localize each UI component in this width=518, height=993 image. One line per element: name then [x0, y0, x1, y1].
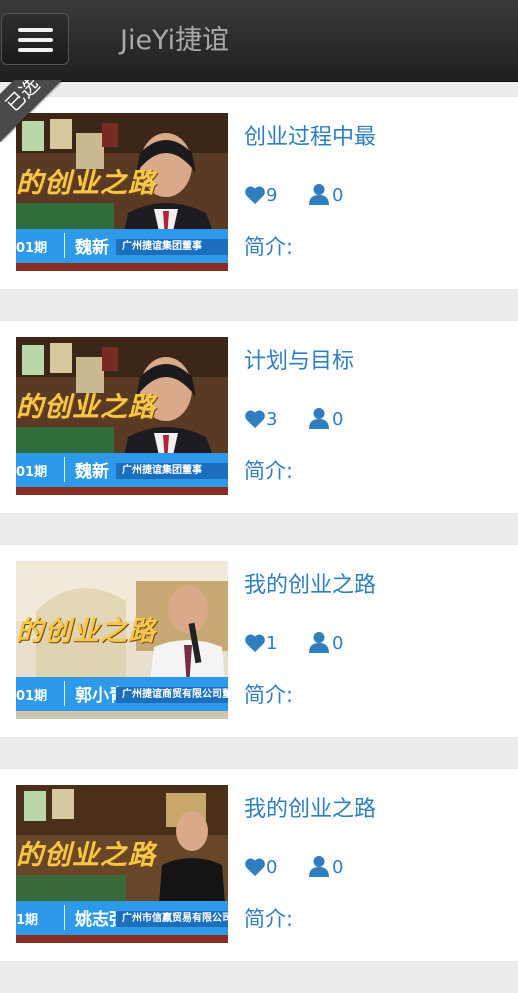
user-icon	[309, 856, 329, 877]
app-title: JieYi捷谊	[120, 25, 230, 56]
top-navigation-bar: JieYi捷谊	[0, 0, 518, 82]
thumbnail-episode: 01期	[16, 241, 48, 256]
user-icon	[309, 184, 329, 205]
thumbnail-bottom-strip	[16, 263, 228, 271]
thumbnail-company: 广州捷谊集团董事	[116, 463, 228, 479]
thumbnail-caption-bar: 01期 魏新 广州捷谊集团董事	[16, 229, 228, 263]
heart-icon[interactable]	[244, 857, 266, 877]
intro-label: 简介:	[244, 235, 294, 259]
user-icon	[309, 408, 329, 429]
like-count: 0	[266, 857, 278, 878]
like-count: 9	[266, 185, 278, 206]
video-list: 的创业之路 01期 魏新 广州捷谊集团董事 创业过程中最 9 0 简介: 的创业…	[0, 97, 518, 993]
hamburger-menu-icon	[18, 48, 53, 52]
video-title[interactable]: 计划与目标	[244, 347, 354, 377]
menu-button[interactable]	[1, 13, 69, 65]
thumbnail-bottom-strip	[16, 487, 228, 495]
video-title[interactable]: 我的创业之路	[244, 571, 376, 601]
selected-badge: 已选	[0, 80, 62, 142]
thumbnail-banner-text: 的创业之路	[16, 168, 156, 199]
thumbnail-bottom-strip	[16, 935, 228, 943]
selected-badge-wrapper: 已选	[0, 80, 62, 142]
view-count: 0	[332, 633, 344, 654]
thumbnail-banner-text: 的创业之路	[16, 392, 156, 423]
view-count: 0	[332, 409, 344, 430]
video-title[interactable]: 创业过程中最	[244, 123, 376, 153]
user-icon	[309, 632, 329, 653]
video-card[interactable]: 的创业之路 01期 魏新 广州捷谊集团董事 计划与目标 3 0 简介:	[0, 321, 518, 513]
hamburger-menu-icon	[18, 28, 53, 32]
thumbnail-company: 广州捷谊商贸有限公司董事	[116, 687, 228, 703]
thumbnail-caption-bar: 01期 魏新 广州捷谊集团董事	[16, 453, 228, 487]
like-count: 3	[266, 409, 278, 430]
thumbnail-speaker-name: 魏新	[64, 233, 109, 258]
heart-icon[interactable]	[244, 409, 266, 429]
view-count: 0	[332, 185, 344, 206]
thumbnail-episode: 01期	[16, 465, 48, 480]
thumbnail-banner-text: 的创业之路	[16, 616, 156, 647]
intro-label: 简介:	[244, 907, 294, 931]
like-count: 1	[266, 633, 278, 654]
video-thumbnail[interactable]: 的创业之路 01期 魏新 广州捷谊集团董事	[16, 337, 228, 495]
video-card[interactable]: 的创业之路 1期 姚志强 广州市信嬴贸易有限公司 我的创业之路 0 0 简介:	[0, 769, 518, 961]
view-count: 0	[332, 857, 344, 878]
video-thumbnail[interactable]: 的创业之路 1期 姚志强 广州市信嬴贸易有限公司	[16, 785, 228, 943]
video-title[interactable]: 我的创业之路	[244, 795, 376, 825]
video-card[interactable]: 的创业之路 01期 魏新 广州捷谊集团董事 创业过程中最 9 0 简介:	[0, 97, 518, 289]
video-card[interactable]: 的创业之路 01期 郭小青 广州捷谊商贸有限公司董事 我的创业之路 1 0 简介…	[0, 545, 518, 737]
thumbnail-episode: 1期	[16, 913, 39, 928]
heart-icon[interactable]	[244, 185, 266, 205]
heart-icon[interactable]	[244, 633, 266, 653]
thumbnail-bottom-strip	[16, 711, 228, 719]
intro-label: 简介:	[244, 459, 294, 483]
thumbnail-caption-bar: 01期 郭小青 广州捷谊商贸有限公司董事	[16, 677, 228, 711]
thumbnail-caption-bar: 1期 姚志强 广州市信嬴贸易有限公司	[16, 901, 228, 935]
thumbnail-company: 广州捷谊集团董事	[116, 239, 228, 255]
thumbnail-speaker-name: 魏新	[64, 457, 109, 482]
thumbnail-banner-text: 的创业之路	[16, 840, 156, 871]
video-thumbnail[interactable]: 的创业之路 01期 郭小青 广州捷谊商贸有限公司董事	[16, 561, 228, 719]
thumbnail-episode: 01期	[16, 689, 48, 704]
thumbnail-company: 广州市信嬴贸易有限公司	[116, 911, 228, 927]
hamburger-menu-icon	[18, 38, 53, 42]
intro-label: 简介:	[244, 683, 294, 707]
